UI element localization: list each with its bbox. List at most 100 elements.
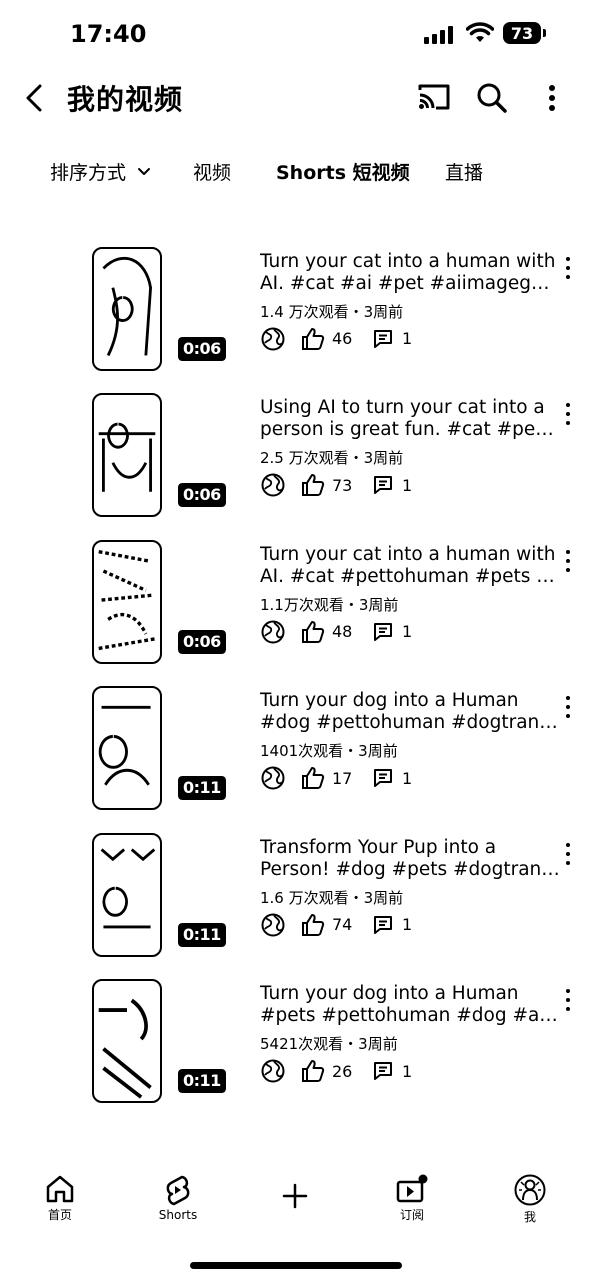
video-thumbnail[interactable] <box>92 393 162 517</box>
public-visibility-icon <box>260 912 286 938</box>
like-icon <box>300 912 326 938</box>
public-visibility-icon <box>260 765 286 791</box>
like-icon <box>300 1058 326 1084</box>
comment-icon <box>372 328 394 350</box>
more-vert-icon[interactable] <box>558 694 578 720</box>
video-list: 0:06 2614次观看・3周前 20 0 0:06 Turn your cat… <box>0 200 591 1162</box>
more-vert-icon[interactable] <box>532 78 572 118</box>
video-meta: 1401次观看・3周前 <box>260 742 398 760</box>
like-count: 74 <box>332 915 353 934</box>
video-title-line2: AI. #cat #ai #pet #aiimagegene... <box>260 272 560 294</box>
thumbnail-image <box>98 998 152 1099</box>
duration-badge: 0:11 <box>176 920 228 949</box>
nav-shorts-label: Shorts <box>158 1208 198 1222</box>
video-title-line1: Using AI to turn your cat into a <box>260 397 545 418</box>
comment-count: 1 <box>402 622 413 641</box>
video-title-line1: Turn your dog into a Human <box>260 690 519 711</box>
wifi-icon <box>465 22 495 48</box>
more-vert-icon[interactable] <box>558 255 578 281</box>
comment-count: 1 <box>402 768 413 788</box>
list-item[interactable]: 0:06 Turn your cat into a human with AI.… <box>0 246 591 393</box>
video-meta: 2.5 万次观看・3周前 <box>260 449 404 467</box>
cast-icon[interactable] <box>414 78 454 118</box>
thumbnail-image <box>100 847 156 928</box>
comment-count: 1 <box>402 329 413 348</box>
list-item[interactable]: 0:11 Turn your dog into a Human #pets #p… <box>0 979 591 1125</box>
like-count: 46 <box>332 329 353 348</box>
video-stats: 17 1 <box>260 764 412 792</box>
video-meta: 1.6 万次观看・3周前 <box>260 888 404 907</box>
nav-you[interactable]: 我 <box>490 1174 570 1225</box>
thumbnail-image <box>98 422 156 492</box>
video-title-line1: Turn your dog into a Human <box>260 983 519 1004</box>
more-vert-icon[interactable] <box>558 401 578 427</box>
video-stats: 74 1 <box>260 911 412 939</box>
nav-subscriptions[interactable]: 订阅 <box>372 1174 452 1223</box>
shorts-icon <box>166 1175 190 1206</box>
like-icon <box>300 472 326 498</box>
home-indicator <box>190 1262 402 1269</box>
comment-count: 1 <box>402 475 413 495</box>
comment-count: 1 <box>402 1061 413 1081</box>
nav-subscriptions-label: 订阅 <box>399 1208 424 1222</box>
nav-shorts[interactable]: Shorts <box>138 1174 218 1222</box>
public-visibility-icon <box>260 1058 286 1084</box>
sort-dropdown[interactable]: 排序方式 <box>50 158 152 185</box>
comment-icon <box>372 767 394 789</box>
video-thumbnail[interactable] <box>92 686 162 810</box>
video-title-line2: AI. #cat #pettohuman #pets #ai... <box>260 565 560 587</box>
video-title-line1: Turn your cat into a human with <box>260 543 556 565</box>
search-icon[interactable] <box>472 78 512 118</box>
plus-icon <box>282 1183 308 1209</box>
like-count: 17 <box>332 768 353 788</box>
video-title-line2: Person! #dog #pets #dogtransf... <box>260 858 560 880</box>
duration-badge: 0:11 <box>176 1067 228 1095</box>
create-button[interactable] <box>255 1182 335 1210</box>
duration-badge: 0:06 <box>176 481 228 509</box>
video-thumbnail[interactable] <box>92 539 162 664</box>
video-title-line2: #dog #pettohuman #dogtransf... <box>260 712 560 733</box>
like-count: 48 <box>332 622 353 641</box>
video-thumbnail[interactable] <box>92 246 162 371</box>
duration-badge: 0:06 <box>176 627 228 656</box>
list-item[interactable]: 0:06 Using AI to turn your cat into a pe… <box>0 393 591 539</box>
tab-videos[interactable]: 视频 <box>193 158 231 185</box>
public-visibility-icon <box>260 619 286 645</box>
home-icon <box>46 1175 74 1203</box>
avatar <box>514 1174 546 1206</box>
tab-shorts[interactable]: Shorts 短视频 <box>276 158 410 185</box>
list-item[interactable]: 0:11 Turn your dog into a Human #dog #pe… <box>0 686 591 832</box>
nav-you-label: 我 <box>523 1210 536 1224</box>
public-visibility-icon <box>260 472 286 498</box>
thumbnail-image <box>102 256 152 356</box>
video-thumbnail[interactable] <box>92 832 162 957</box>
video-title-line1: Turn your cat into a human with <box>260 250 556 272</box>
more-vert-icon[interactable] <box>558 987 578 1013</box>
video-meta: 1.4 万次观看・3周前 <box>260 302 404 321</box>
like-icon <box>300 326 326 352</box>
like-icon <box>300 765 326 791</box>
video-stats: 26 1 <box>260 1057 412 1085</box>
more-vert-icon[interactable] <box>558 841 578 867</box>
cellular-signal-icon <box>424 26 453 44</box>
status-time: 17:40 <box>70 20 147 48</box>
duration-badge: 0:11 <box>176 774 228 802</box>
video-meta: 1.1万次观看・3周前 <box>260 595 399 614</box>
nav-home[interactable]: 首页 <box>20 1174 100 1223</box>
list-item[interactable]: 0:11 Transform Your Pup into a Person! #… <box>0 832 591 979</box>
video-stats: 48 1 <box>260 618 412 646</box>
list-item[interactable]: 0:06 2614次观看・3周前 20 0 <box>0 200 591 246</box>
video-title-line2: #pets #pettohuman #dog #ai #... <box>260 1005 560 1026</box>
video-title-line2: person is great fun. #cat #pett... <box>260 419 560 440</box>
video-thumbnail[interactable] <box>92 979 162 1103</box>
list-item[interactable]: 0:06 Turn your cat into a human with AI.… <box>0 539 591 686</box>
duration-badge: 0:06 <box>176 334 228 363</box>
tab-live[interactable]: 直播 <box>445 158 483 185</box>
public-visibility-icon <box>260 326 286 352</box>
video-stats: 73 1 <box>260 471 412 499</box>
back-icon[interactable] <box>18 78 52 118</box>
video-stats: 46 1 <box>260 325 412 353</box>
status-bar: 17:40 73 <box>0 0 591 70</box>
video-meta: 5421次观看・3周前 <box>260 1035 398 1053</box>
more-vert-icon[interactable] <box>558 548 578 574</box>
